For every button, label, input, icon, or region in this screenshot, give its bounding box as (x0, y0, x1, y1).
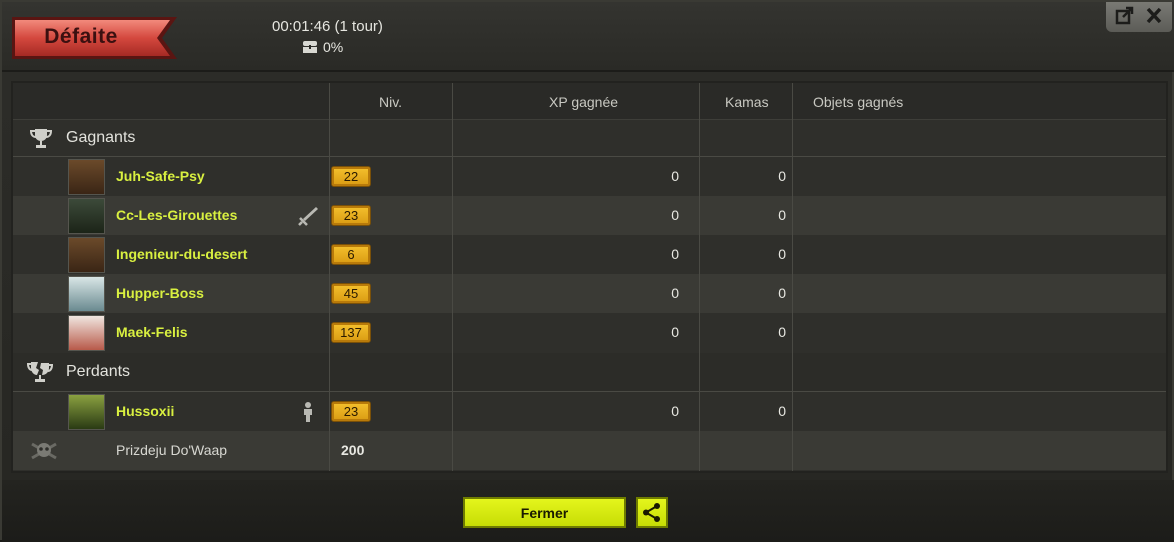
person-icon (296, 401, 320, 423)
fight-duration: 00:01:46 (1 tour) (272, 18, 383, 35)
close-icon[interactable] (1143, 5, 1167, 27)
skull-icon (31, 442, 57, 460)
xp-value: 0 (671, 207, 679, 223)
monster-row[interactable]: Prizdeju Do'Waap 200 (13, 431, 1166, 470)
avatar (68, 198, 105, 234)
kamas-value: 0 (778, 324, 786, 340)
monster-level: 200 (341, 442, 365, 458)
player-row[interactable]: Hussoxii 23 0 0 (13, 392, 1166, 431)
level-badge: 23 (331, 401, 371, 422)
group-winners: Gagnants (13, 119, 1166, 157)
player-row[interactable]: Ingenieur-du-desert 6 0 0 (13, 235, 1166, 274)
player-row[interactable]: Maek-Felis 137 0 0 (13, 313, 1166, 352)
trophy-icon (29, 129, 53, 148)
chest-icon (303, 41, 317, 53)
results-table: Niv. XP gagnée Kamas Objets gagnés Gagna… (11, 81, 1168, 473)
kamas-value: 0 (778, 246, 786, 262)
fight-result-window: Défaite 00:01:46 (1 tour) 0% Niv. XP gag… (0, 0, 1174, 542)
player-name[interactable]: Maek-Felis (116, 313, 188, 352)
avatar (68, 237, 105, 273)
level-badge: 23 (331, 205, 371, 226)
window-controls (1106, 2, 1172, 32)
share-icon (643, 503, 660, 522)
share-button[interactable] (636, 497, 668, 528)
kamas-value: 0 (778, 207, 786, 223)
player-name[interactable]: Ingenieur-du-desert (116, 235, 247, 274)
loot-percent: 0% (323, 39, 344, 55)
kamas-value: 0 (778, 168, 786, 184)
result-ribbon: Défaite (12, 17, 177, 59)
group-losers: Perdants (13, 353, 1166, 391)
result-label: Défaite (44, 25, 118, 48)
loot-share: 0% (302, 39, 343, 55)
column-divider (329, 83, 330, 471)
avatar (68, 394, 105, 430)
avatar (68, 276, 105, 312)
column-divider (792, 83, 793, 471)
xp-value: 0 (671, 403, 679, 419)
xp-value: 0 (671, 168, 679, 184)
player-row[interactable]: Cc-Les-Girouettes 23 0 0 (13, 196, 1166, 235)
col-level: Niv. (379, 94, 403, 110)
avatar (68, 159, 105, 195)
column-divider (452, 83, 453, 471)
close-button[interactable]: Fermer (463, 497, 626, 528)
sword-icon (296, 205, 320, 227)
level-badge: 137 (331, 322, 371, 343)
level-badge: 6 (331, 244, 371, 265)
player-row[interactable]: Juh-Safe-Psy 22 0 0 (13, 157, 1166, 196)
undock-icon[interactable] (1114, 5, 1138, 27)
xp-value: 0 (671, 246, 679, 262)
kamas-value: 0 (778, 285, 786, 301)
xp-value: 0 (671, 285, 679, 301)
level-badge: 22 (331, 166, 371, 187)
player-name[interactable]: Juh-Safe-Psy (116, 157, 205, 196)
col-kamas: Kamas (725, 94, 769, 110)
player-name[interactable]: Cc-Les-Girouettes (116, 196, 237, 235)
column-divider (699, 83, 700, 471)
kamas-value: 0 (778, 403, 786, 419)
xp-value: 0 (671, 324, 679, 340)
table-header: Niv. XP gagnée Kamas Objets gagnés (13, 83, 1166, 120)
window-header: Défaite 00:01:46 (1 tour) 0% (2, 2, 1174, 72)
group-losers-label: Perdants (66, 363, 131, 380)
monster-name: Prizdeju Do'Waap (116, 442, 228, 458)
level-badge: 45 (331, 283, 371, 304)
player-name[interactable]: Hussoxii (116, 392, 174, 431)
player-row[interactable]: Hupper-Boss 45 0 0 (13, 274, 1166, 313)
col-xp: XP gagnée (549, 94, 619, 110)
col-items: Objets gagnés (813, 94, 904, 110)
broken-trophy-icon (27, 362, 53, 382)
group-winners-label: Gagnants (66, 129, 136, 146)
player-name[interactable]: Hupper-Boss (116, 274, 204, 313)
avatar (68, 315, 105, 351)
